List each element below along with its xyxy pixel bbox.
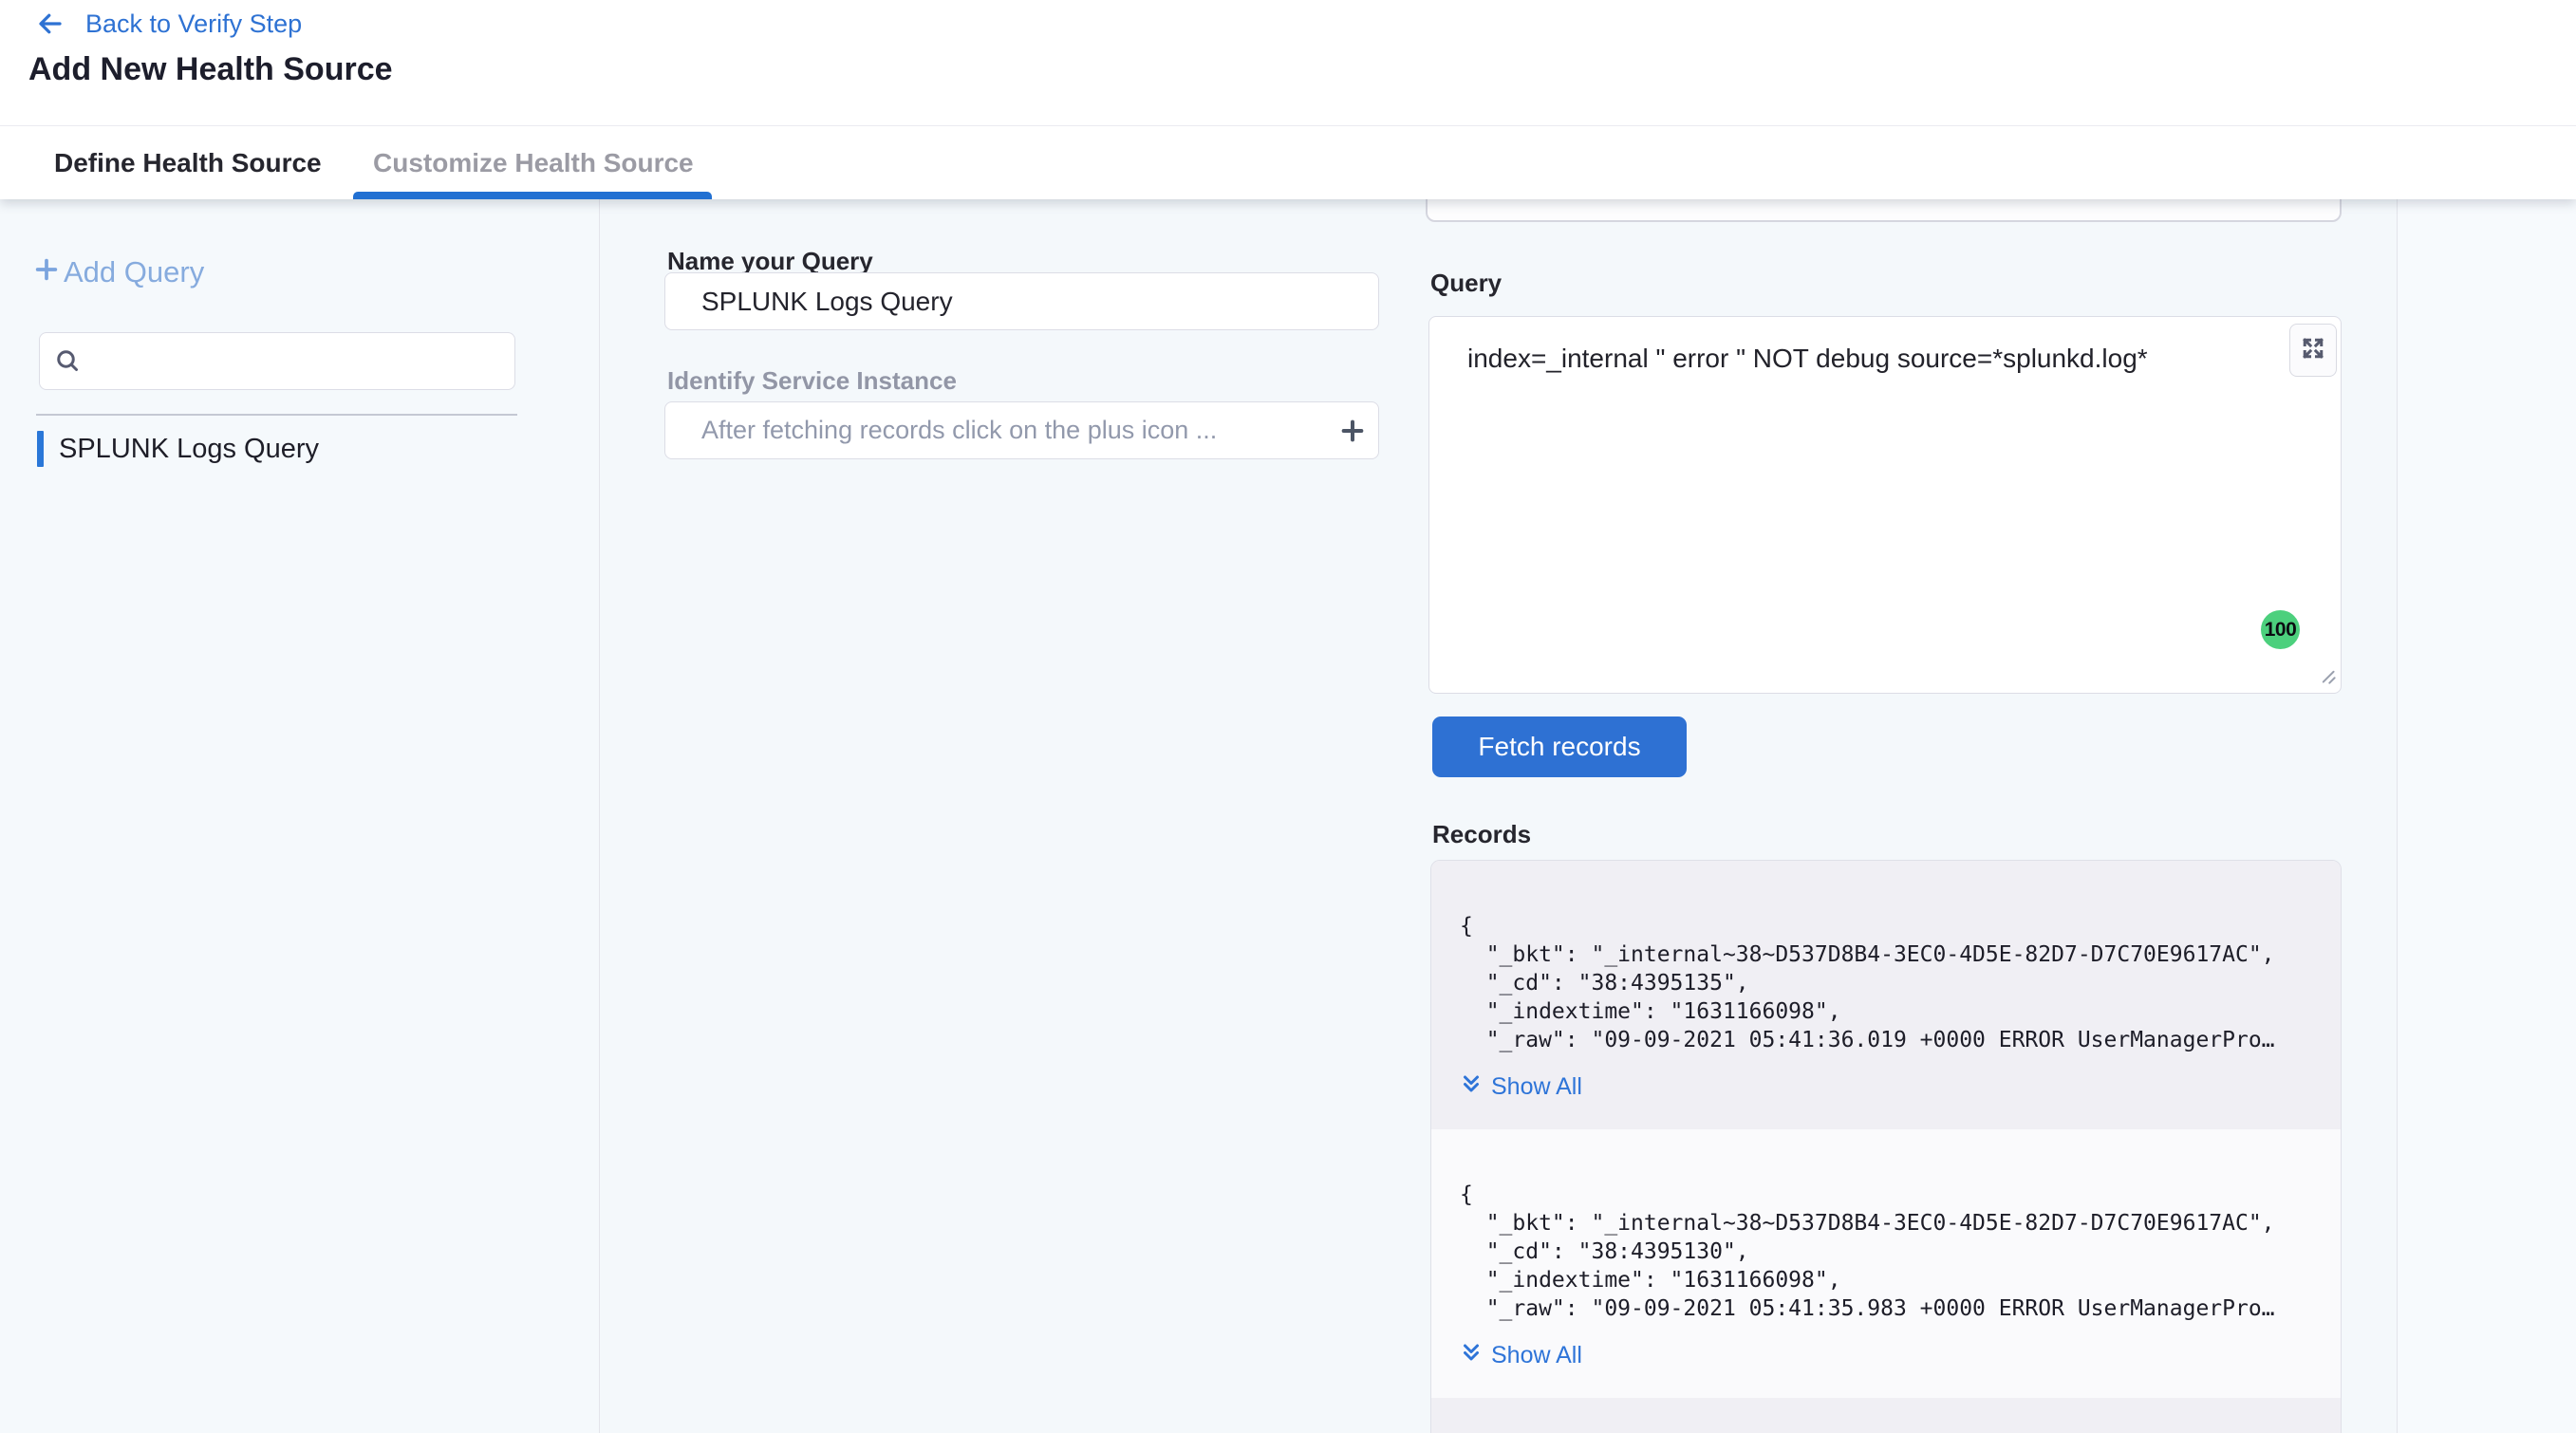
- record-json-line: "_raw": "09-09-2021 05:41:36.019 +0000 E…: [1460, 1026, 2312, 1054]
- page-header: Back to Verify Step Add New Health Sourc…: [0, 0, 2576, 126]
- expand-query-button[interactable]: [2289, 324, 2337, 377]
- record-json-line: "_raw": "09-09-2021 05:41:35.983 +0000 E…: [1460, 1294, 2312, 1323]
- record-json-line: {: [1460, 912, 2312, 940]
- query-name-input[interactable]: [664, 272, 1379, 330]
- sidebar-item-splunk-logs-query[interactable]: SPLUNK Logs Query: [37, 430, 319, 468]
- sidebar-divider: [36, 414, 517, 416]
- right-panel-edge: [2398, 199, 2576, 1433]
- show-all-link[interactable]: Show All: [1460, 1342, 1582, 1369]
- show-all-label: Show All: [1491, 1342, 1582, 1369]
- plus-icon: [31, 254, 62, 289]
- chevron-double-down-icon: [1460, 1073, 1483, 1101]
- record-json-line: "_cd": "38:4395135",: [1460, 969, 2312, 997]
- records-container: { "_bkt": "_internal~38~D537D8B4-3EC0-4D…: [1430, 860, 2342, 1433]
- fetch-records-button[interactable]: Fetch records: [1432, 716, 1687, 777]
- back-link-label[interactable]: Back to Verify Step: [85, 8, 302, 40]
- search-input[interactable]: [95, 337, 503, 384]
- tab-define-health-source[interactable]: Define Health Source: [54, 126, 322, 199]
- plus-icon: [1337, 435, 1368, 449]
- service-instance-field: [664, 401, 1379, 459]
- add-query-button[interactable]: Add Query: [31, 254, 204, 289]
- record-card: { "_bkt": "_internal~38~D537D8B4-3EC0-4D…: [1431, 1129, 2341, 1398]
- page-title: Add New Health Source: [28, 51, 393, 88]
- back-link[interactable]: Back to Verify Step: [34, 8, 302, 40]
- add-service-instance-button[interactable]: [1337, 416, 1368, 446]
- record-json-line: "_bkt": "_internal~38~D537D8B4-3EC0-4D5E…: [1460, 940, 2312, 969]
- record-card-partial: [1431, 1398, 2341, 1433]
- record-json-line: "_indextime": "1631166098",: [1460, 997, 2312, 1026]
- record-count-badge: 100: [2261, 610, 2300, 649]
- add-query-label: Add Query: [64, 255, 204, 289]
- identify-service-instance-label: Identify Service Instance: [667, 366, 957, 396]
- query-label: Query: [1430, 269, 1502, 298]
- arrow-left-icon: [34, 9, 66, 38]
- service-instance-input[interactable]: [664, 401, 1379, 459]
- record-json-line: "_indextime": "1631166098",: [1460, 1266, 2312, 1294]
- sidebar-item-label: SPLUNK Logs Query: [59, 434, 319, 465]
- query-sidebar: Add Query SPLUNK Logs Query: [0, 199, 600, 1433]
- query-editor: index=_internal " error " NOT debug sour…: [1428, 316, 2342, 694]
- resize-handle-icon[interactable]: [2314, 662, 2339, 692]
- records-label: Records: [1432, 820, 1531, 849]
- record-json-line: "_cd": "38:4395130",: [1460, 1238, 2312, 1266]
- show-all-label: Show All: [1491, 1073, 1582, 1101]
- tab-bar: Define Health Source Customize Health So…: [0, 126, 2576, 199]
- expand-icon: [2300, 335, 2326, 366]
- content-area: Add Query SPLUNK Logs Query Name your Qu…: [0, 199, 2576, 1433]
- selected-indicator-bar: [37, 431, 44, 467]
- record-json-line: {: [1460, 1181, 2312, 1209]
- record-json-line: "_bkt": "_internal~38~D537D8B4-3EC0-4D5E…: [1460, 1209, 2312, 1238]
- tab-customize-health-source[interactable]: Customize Health Source: [373, 126, 694, 199]
- query-search-box: [39, 332, 515, 390]
- show-all-link[interactable]: Show All: [1460, 1073, 1582, 1101]
- active-tab-underline: [353, 192, 712, 199]
- query-textarea[interactable]: index=_internal " error " NOT debug sour…: [1428, 316, 2342, 694]
- record-card: { "_bkt": "_internal~38~D537D8B4-3EC0-4D…: [1431, 861, 2341, 1129]
- chevron-double-down-icon: [1460, 1342, 1483, 1369]
